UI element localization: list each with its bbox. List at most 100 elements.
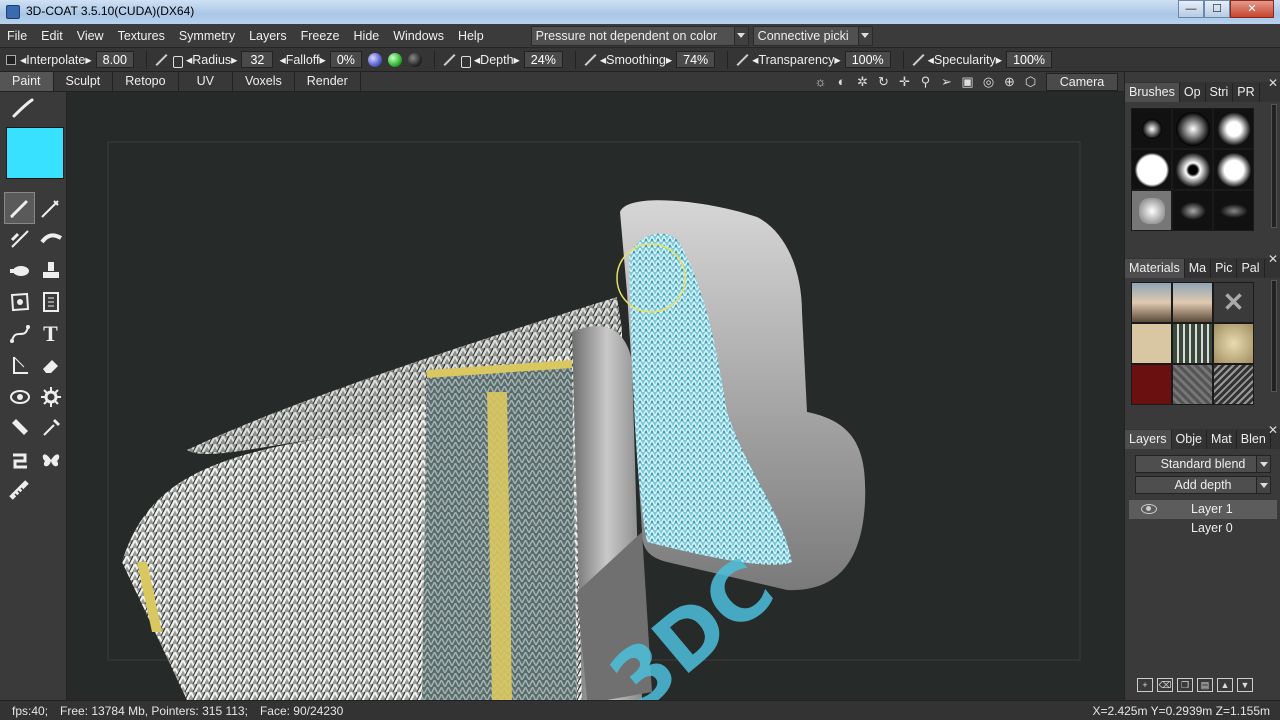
eye-icon[interactable] xyxy=(4,381,35,413)
pen-pressure-icon[interactable] xyxy=(910,52,926,68)
material-thumb[interactable] xyxy=(1131,364,1172,405)
falloff-value[interactable]: 0% xyxy=(329,51,362,68)
lock-icon[interactable] xyxy=(172,55,183,68)
menu-layers[interactable]: Layers xyxy=(242,24,294,48)
green-ball-icon[interactable] xyxy=(387,52,402,67)
menu-textures[interactable]: Textures xyxy=(111,24,172,48)
brush-thumb[interactable] xyxy=(1213,190,1254,231)
tab-retopo[interactable]: Retopo xyxy=(113,72,179,91)
fill-icon[interactable] xyxy=(4,350,35,382)
line-brush-icon[interactable] xyxy=(4,224,35,256)
material-thumb[interactable] xyxy=(1131,282,1172,323)
interpolate-checkbox[interactable] xyxy=(6,54,16,65)
menu-view[interactable]: View xyxy=(70,24,111,48)
remove-material-icon[interactable]: ✕ xyxy=(1213,282,1254,323)
ruler-icon[interactable] xyxy=(4,476,35,508)
tab-masks[interactable]: Ma xyxy=(1185,259,1212,278)
material-thumb[interactable] xyxy=(1172,323,1213,364)
material-thumb[interactable] xyxy=(1172,364,1213,405)
brush-options-icon[interactable] xyxy=(12,98,34,118)
text-icon[interactable]: T xyxy=(35,318,66,350)
brushes-scrollbar[interactable] xyxy=(1271,104,1277,228)
brush-thumb[interactable] xyxy=(1131,149,1172,190)
move-icon[interactable]: ✛ xyxy=(894,73,915,91)
smoothing-value[interactable]: 74% xyxy=(676,51,716,68)
material-thumb[interactable] xyxy=(1213,364,1254,405)
pressure-dropdown[interactable]: Pressure not dependent on color xyxy=(530,25,749,46)
new-layer-icon[interactable]: + xyxy=(1137,678,1153,692)
light-icon[interactable]: ☼ xyxy=(810,73,831,91)
material-thumb[interactable] xyxy=(1172,282,1213,323)
transparency-option[interactable]: ◂Transparency▸ 100% xyxy=(734,51,891,68)
menu-symmetry[interactable]: Symmetry xyxy=(172,24,242,48)
tab-paint[interactable]: Paint xyxy=(0,72,54,91)
duplicate-layer-icon[interactable]: ❐ xyxy=(1177,678,1193,692)
contrast-icon[interactable]: ◐ xyxy=(831,73,852,91)
pen-pressure-icon[interactable] xyxy=(153,52,169,68)
menu-help[interactable]: Help xyxy=(451,24,491,48)
brush-thumb[interactable] xyxy=(1213,149,1254,190)
black-ball-icon[interactable] xyxy=(407,52,422,67)
lasso-icon[interactable] xyxy=(4,287,35,319)
airbrush-icon[interactable] xyxy=(4,255,35,287)
tab-uv[interactable]: UV xyxy=(179,72,233,91)
close-icon[interactable]: ✕ xyxy=(1268,423,1278,437)
close-button[interactable]: ✕ xyxy=(1230,0,1274,18)
tab-layers[interactable]: Layers xyxy=(1125,430,1172,449)
menu-hide[interactable]: Hide xyxy=(347,24,387,48)
layer-row[interactable]: Layer 1 xyxy=(1129,500,1277,519)
maximize-button[interactable]: ☐ xyxy=(1204,0,1230,18)
smoothing-option[interactable]: ◂Smoothing▸ 74% xyxy=(582,51,716,68)
copy-icon[interactable] xyxy=(35,287,66,319)
brush-thumb[interactable] xyxy=(1172,149,1213,190)
tab-objects[interactable]: Obje xyxy=(1172,430,1207,449)
merge-layer-icon[interactable]: ▤ xyxy=(1197,678,1213,692)
interpolate-option[interactable]: ◂Interpolate▸ 8.00 xyxy=(20,51,134,68)
radius-value[interactable]: 32 xyxy=(241,51,274,68)
eraser-icon[interactable] xyxy=(35,350,66,382)
brush-icon[interactable] xyxy=(4,192,35,224)
brush-thumb[interactable] xyxy=(1213,108,1254,149)
falloff-option[interactable]: ◂Falloff▸ 0% xyxy=(279,51,362,68)
materials-scrollbar[interactable] xyxy=(1271,280,1277,392)
material-thumb[interactable] xyxy=(1131,323,1172,364)
close-icon[interactable]: ✕ xyxy=(1268,252,1278,266)
brush-thumb[interactable] xyxy=(1131,190,1172,231)
stamp-icon[interactable] xyxy=(35,255,66,287)
move-up-icon[interactable]: ▲ xyxy=(1217,678,1233,692)
cube-icon[interactable]: ⬡ xyxy=(1020,73,1041,91)
color-material-ball-icon[interactable] xyxy=(367,52,382,67)
curve-icon[interactable] xyxy=(4,318,35,350)
transparency-value[interactable]: 100% xyxy=(844,51,891,68)
pen-pressure-icon[interactable] xyxy=(582,52,598,68)
tube-icon[interactable] xyxy=(4,413,35,445)
brush-thumb[interactable] xyxy=(1172,190,1213,231)
layer-row[interactable]: Layer 0 xyxy=(1129,519,1277,538)
tab-pictures[interactable]: Pic xyxy=(1211,259,1238,278)
pen-pressure-icon[interactable] xyxy=(441,52,457,68)
blend-mode-select[interactable]: Standard blend xyxy=(1135,455,1271,473)
depth-option[interactable]: ◂Depth▸ 24% xyxy=(441,51,563,68)
minimize-button[interactable]: — xyxy=(1178,0,1204,18)
camera-button[interactable]: Camera xyxy=(1046,73,1118,91)
sun-icon[interactable]: ✲ xyxy=(852,73,873,91)
radius-option[interactable]: ◂Radius▸ 32 xyxy=(153,51,274,68)
tab-render[interactable]: Render xyxy=(295,72,361,91)
brush-thumb[interactable] xyxy=(1131,108,1172,149)
tab-palette[interactable]: Pal xyxy=(1237,259,1265,278)
square-icon[interactable]: ▣ xyxy=(957,73,978,91)
brush-thumb[interactable] xyxy=(1172,108,1213,149)
menu-file[interactable]: File xyxy=(0,24,34,48)
interpolate-value[interactable]: 8.00 xyxy=(95,51,134,68)
move-down-icon[interactable]: ▼ xyxy=(1237,678,1253,692)
menu-edit[interactable]: Edit xyxy=(34,24,70,48)
specularity-option[interactable]: ◂Specularity▸ 100% xyxy=(910,51,1053,68)
tab-presets[interactable]: PR xyxy=(1233,83,1260,102)
gear-icon[interactable] xyxy=(35,381,66,413)
depth-mode-select[interactable]: Add depth xyxy=(1135,476,1271,494)
tab-voxels[interactable]: Voxels xyxy=(233,72,295,91)
circle-icon[interactable]: ◎ xyxy=(978,73,999,91)
specularity-value[interactable]: 100% xyxy=(1006,51,1053,68)
tab-brushes[interactable]: Brushes xyxy=(1125,83,1180,102)
pen-pressure-icon[interactable] xyxy=(734,52,750,68)
